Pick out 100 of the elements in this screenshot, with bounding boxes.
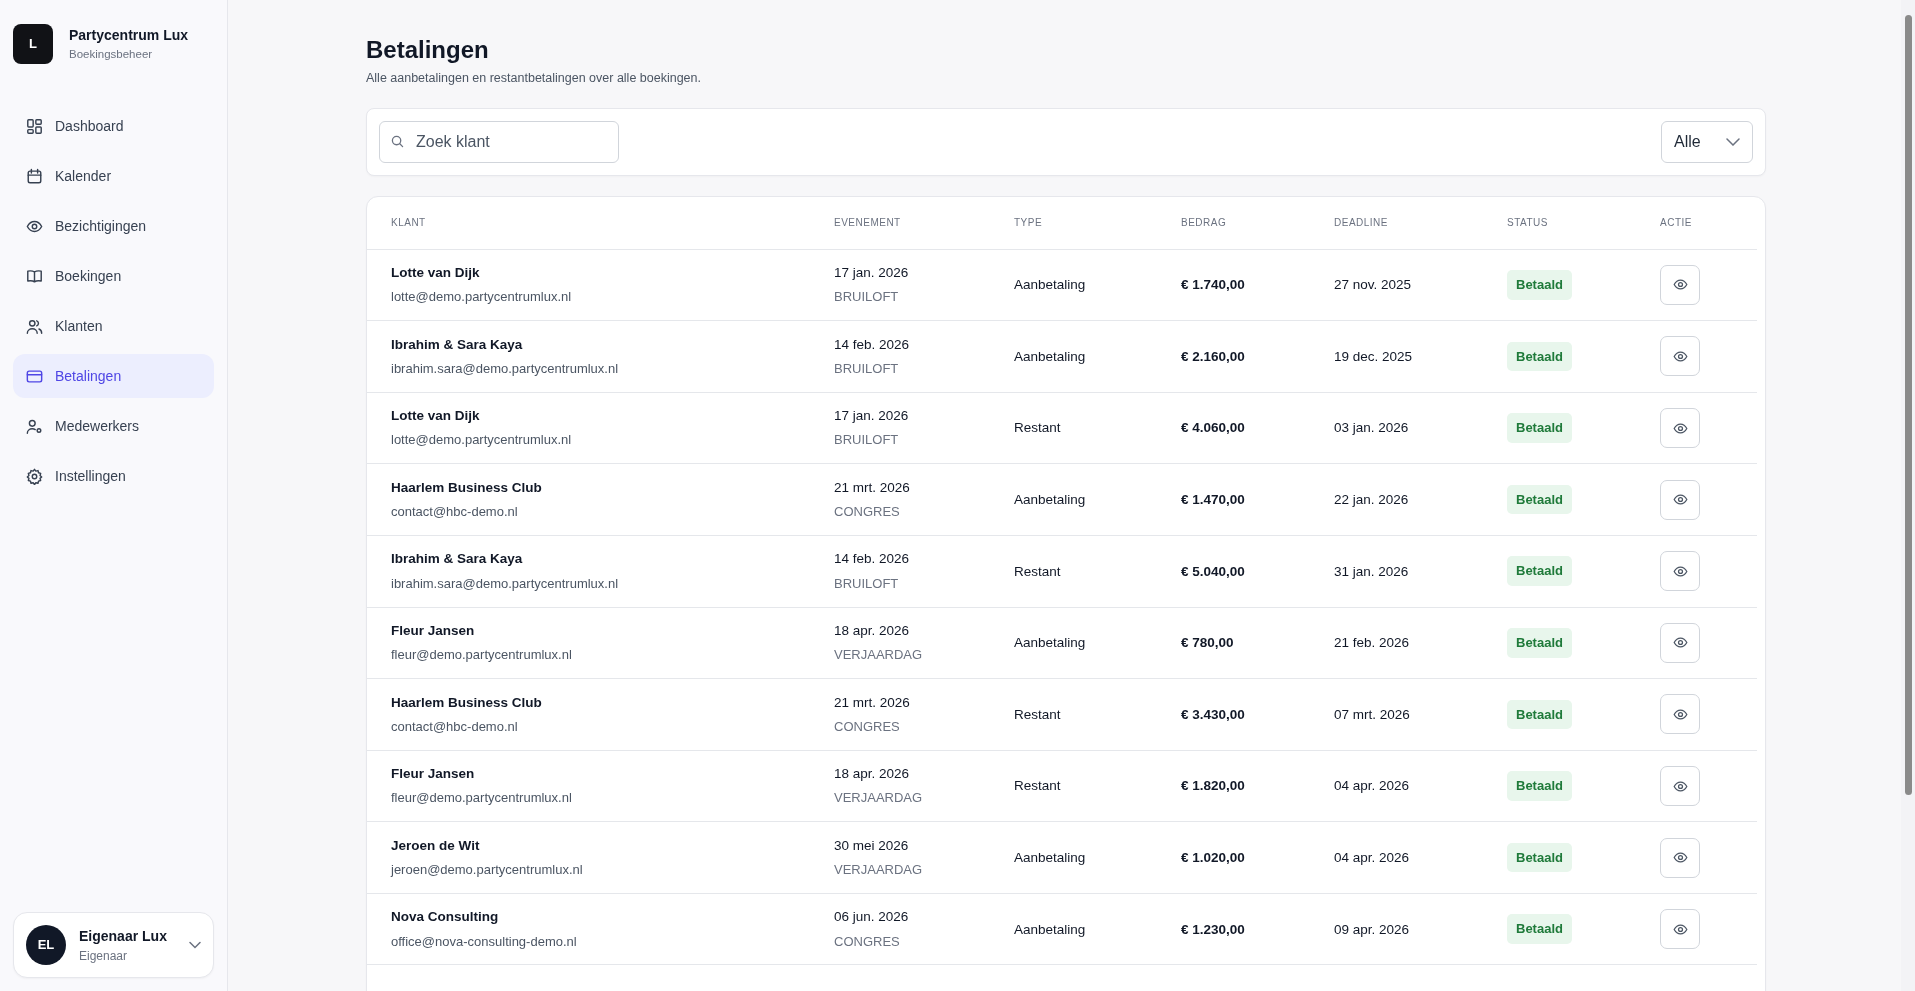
event-type: BRUILOFT [834, 574, 900, 593]
payment-type: Restant [1014, 778, 1061, 794]
page-title: Betalingen [366, 36, 490, 65]
event-type: VERJAARDAG [834, 646, 924, 665]
payment-type: Restant [1014, 706, 1061, 722]
status-badge: Betaald [1507, 484, 1572, 515]
client-name: Fleur Jansen [391, 765, 476, 784]
view-button[interactable] [1660, 766, 1700, 806]
column-header: EVENEMENT [834, 216, 902, 231]
user-menu[interactable]: EL Eigenaar Lux Eigenaar [13, 912, 214, 978]
status-badge: Betaald [1507, 413, 1572, 443]
brand-subtitle: Boekingsbeheer [69, 46, 154, 62]
sidebar-item[interactable]: Dashboard [13, 104, 214, 148]
scrollbar[interactable] [1901, 0, 1915, 991]
amount: € 2.160,00 [1181, 348, 1245, 364]
search-field[interactable]: Zoek klant [379, 120, 619, 163]
amount: € 1.740,00 [1181, 277, 1245, 293]
amount: € 5.040,00 [1181, 563, 1245, 579]
event-type: CONGRES [834, 503, 901, 521]
payment-type: Aanbetaling [1014, 921, 1086, 937]
sidebar-item[interactable]: Medewerkers [13, 404, 214, 448]
status-badge: Betaald [1507, 270, 1572, 300]
view-button[interactable] [1660, 264, 1700, 305]
deadline: 27 nov. 2025 [1334, 277, 1412, 293]
status-badge: Betaald [1507, 341, 1572, 372]
event-date: 18 apr. 2026 [834, 765, 911, 784]
event-type: BRUILOFT [834, 288, 900, 307]
logo: L [13, 24, 53, 64]
deadline: 03 jan. 2026 [1334, 420, 1409, 436]
view-button[interactable] [1660, 694, 1700, 735]
event-date: 21 mrt. 2026 [834, 693, 911, 712]
event-type: VERJAARDAG [834, 789, 924, 808]
event-date: 06 jun. 2026 [834, 908, 910, 927]
column-header: BEDRAG [1181, 216, 1228, 231]
sidebar-item[interactable]: Instellingen [13, 454, 214, 498]
brand-name: Partycentrum Lux [69, 25, 189, 45]
view-button[interactable] [1660, 336, 1700, 377]
client-name: Ibrahim & Sara Kaya [391, 335, 524, 354]
deadline: 21 feb. 2026 [1334, 635, 1410, 651]
amount: € 1.230,00 [1181, 921, 1245, 937]
payment-type: Aanbetaling [1014, 348, 1086, 364]
payment-type: Aanbetaling [1014, 492, 1086, 507]
deadline: 07 mrt. 2026 [1334, 706, 1410, 722]
client-name: Haarlem Business Club [391, 693, 543, 712]
deadline: 04 apr. 2026 [1334, 849, 1410, 865]
amount: € 1.470,00 [1181, 492, 1245, 507]
event-date: 17 jan. 2026 [834, 407, 910, 426]
client-email: lotte@demo.partycentrumlux.nl [391, 431, 573, 450]
sidebar-item[interactable]: Bezichtigingen [13, 204, 214, 248]
client-email: office@nova-consulting-demo.nl [391, 932, 578, 951]
book-icon [26, 267, 43, 285]
event-type: CONGRES [834, 717, 901, 736]
users-icon [26, 317, 43, 335]
sidebar-item[interactable]: Kalender [13, 154, 214, 198]
column-header: TYPE [1014, 216, 1044, 231]
grid-icon [26, 117, 43, 135]
event-date: 18 apr. 2026 [834, 621, 911, 640]
client-email: jeroen@demo.partycentrumlux.nl [391, 860, 584, 879]
client-name: Fleur Jansen [391, 621, 476, 640]
client-name: Haarlem Business Club [391, 478, 543, 497]
event-type: CONGRES [834, 932, 901, 951]
event-date: 17 jan. 2026 [834, 263, 910, 282]
amount: € 780,00 [1181, 635, 1234, 651]
event-type: VERJAARDAG [834, 860, 924, 879]
client-email: lotte@demo.partycentrumlux.nl [391, 288, 573, 307]
status-badge: Betaald [1507, 556, 1572, 586]
payment-type: Aanbetaling [1014, 849, 1086, 865]
user-gear-icon [26, 417, 43, 435]
event-date: 14 feb. 2026 [834, 335, 911, 354]
calendar-icon [26, 167, 43, 185]
client-name: Lotte van Dijk [391, 263, 481, 282]
payment-type: Restant [1014, 563, 1061, 579]
amount: € 1.020,00 [1181, 849, 1245, 865]
payment-type: Restant [1014, 420, 1061, 436]
sidebar-item[interactable]: Boekingen [13, 254, 214, 298]
chevron-down-icon [189, 941, 201, 949]
event-date: 30 mei 2026 [834, 836, 910, 855]
view-button[interactable] [1660, 622, 1700, 663]
client-email: contact@hbc-demo.nl [391, 503, 519, 521]
amount: € 4.060,00 [1181, 420, 1245, 436]
client-name: Nova Consulting [391, 908, 500, 927]
view-button[interactable] [1660, 837, 1700, 878]
deadline: 04 apr. 2026 [1334, 778, 1410, 794]
amount: € 1.820,00 [1181, 778, 1245, 794]
status-badge: Betaald [1507, 628, 1572, 658]
column-header: STATUS [1507, 216, 1549, 231]
view-button[interactable] [1660, 909, 1700, 950]
deadline: 22 jan. 2026 [1334, 492, 1409, 507]
amount: € 3.430,00 [1181, 706, 1245, 722]
sidebar-item[interactable]: Klanten [13, 304, 214, 348]
view-button[interactable] [1660, 408, 1700, 449]
view-button[interactable] [1660, 551, 1700, 592]
client-name: Ibrahim & Sara Kaya [391, 550, 524, 569]
sidebar-item[interactable]: Betalingen [13, 354, 214, 398]
event-date: 14 feb. 2026 [834, 550, 911, 569]
chevron-down-icon [1726, 137, 1740, 146]
view-button[interactable] [1660, 479, 1700, 520]
user-name: Eigenaar Lux [79, 926, 168, 946]
column-header: DEADLINE [1334, 216, 1389, 231]
status-select[interactable]: Alle [1661, 120, 1753, 163]
